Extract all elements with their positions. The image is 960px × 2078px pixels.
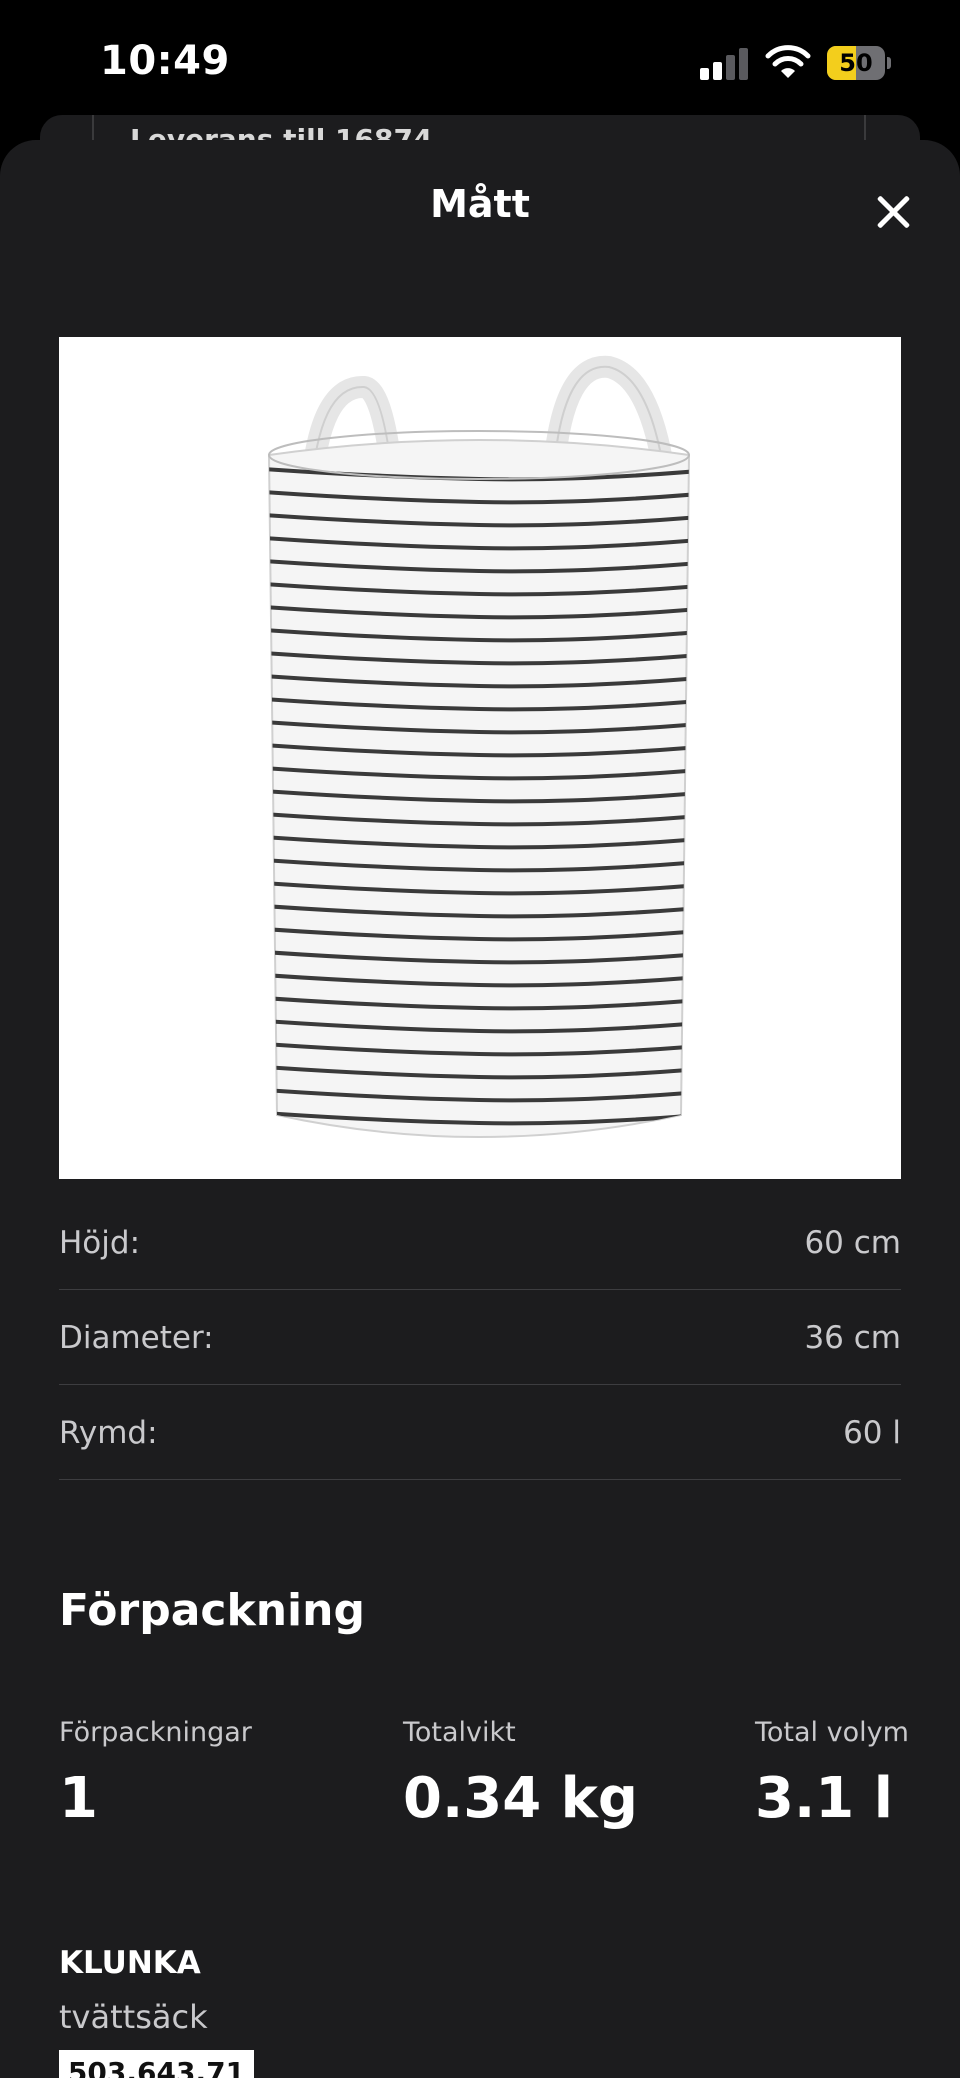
status-time: 10:49	[100, 38, 230, 84]
dimension-value: 60 l	[843, 1415, 901, 1451]
product-description: tvättsäck	[59, 1998, 208, 2036]
dimensions-list: Höjd: 60 cm Diameter: 36 cm Rymd: 60 l	[59, 1195, 901, 1480]
product-name: KLUNKA	[59, 1945, 201, 1981]
packaging-label: Förpackningar	[59, 1717, 252, 1748]
packaging-label: Total volym	[755, 1717, 909, 1748]
wifi-icon	[765, 45, 811, 78]
dimension-label: Rymd:	[59, 1415, 158, 1451]
status-bar: 10:49 50	[0, 0, 960, 120]
packaging-value: 3.1 l	[755, 1766, 893, 1831]
dimension-label: Diameter:	[59, 1320, 214, 1356]
packaging-value: 1	[59, 1766, 98, 1831]
battery-icon: 50	[827, 46, 891, 80]
dimension-row-volume: Rymd: 60 l	[59, 1385, 901, 1480]
packaging-weight: Totalvikt 0.34 kg	[403, 1717, 638, 1831]
dimension-value: 36 cm	[804, 1320, 901, 1356]
close-icon[interactable]	[870, 188, 918, 236]
packaging-title: Förpackning	[59, 1585, 365, 1636]
packaging-value: 0.34 kg	[403, 1766, 638, 1831]
packaging-count: Förpackningar 1	[59, 1717, 252, 1831]
packaging-volume: Total volym 3.1 l	[755, 1717, 909, 1831]
dimension-row-diameter: Diameter: 36 cm	[59, 1290, 901, 1385]
article-number: 503.643.71	[59, 2050, 254, 2078]
dimension-row-height: Höjd: 60 cm	[59, 1195, 901, 1290]
sheet-title: Mått	[430, 182, 530, 226]
battery-level: 50	[839, 49, 873, 77]
dimensions-sheet: Mått Höjd: 60 cm Diameter: 36 cm Rymd: 6…	[0, 140, 960, 2078]
product-image	[59, 337, 901, 1179]
dimension-value: 60 cm	[804, 1225, 901, 1261]
dimension-label: Höjd:	[59, 1225, 141, 1261]
cellular-signal-icon	[700, 46, 750, 80]
packaging-label: Totalvikt	[403, 1717, 516, 1748]
